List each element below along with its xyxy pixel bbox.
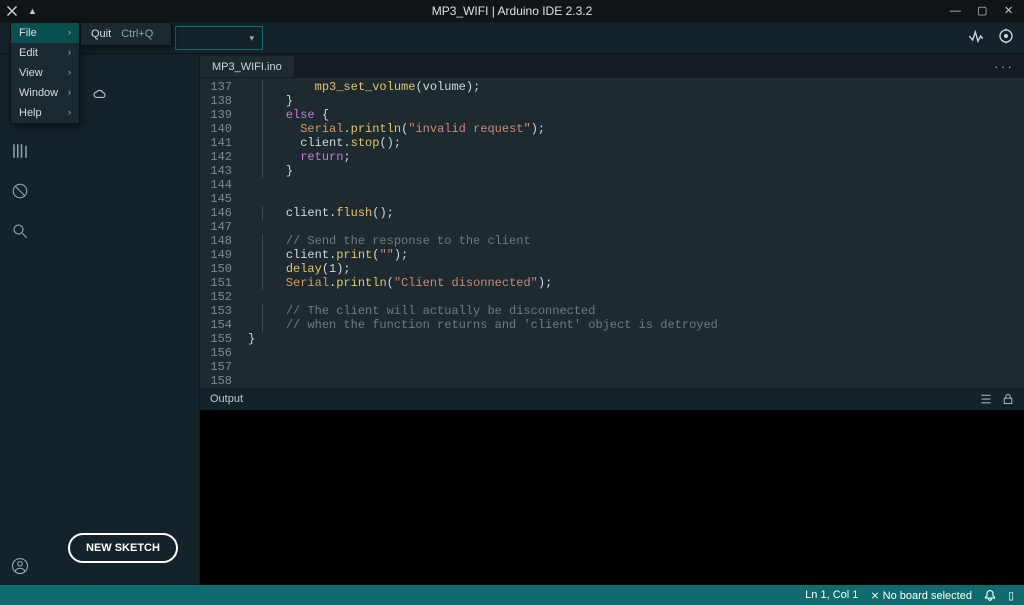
titlebar: ▲ MP3_WIFI | Arduino IDE 2.3.2 — ▢ ✕ bbox=[0, 0, 1024, 22]
menubar-popup: File› Edit› View› Window› Help› bbox=[10, 22, 80, 124]
file-submenu: Quit Ctrl+Q bbox=[80, 22, 172, 46]
expand-icon[interactable]: ▲ bbox=[28, 6, 37, 16]
output-lock-icon[interactable] bbox=[1002, 393, 1014, 405]
notification-bell-icon[interactable] bbox=[984, 589, 996, 601]
submenu-item-quit[interactable]: Quit Ctrl+Q bbox=[81, 23, 171, 45]
tab-overflow-icon[interactable]: ··· bbox=[994, 58, 1014, 74]
editor: MP3_WIFI.ino ··· 137 mp3_set_volume(volu… bbox=[200, 54, 1024, 388]
chevron-right-icon: › bbox=[68, 47, 71, 59]
file-tab[interactable]: MP3_WIFI.ino bbox=[200, 56, 294, 77]
menu-item-edit[interactable]: Edit› bbox=[11, 43, 79, 63]
account-icon[interactable] bbox=[11, 557, 29, 575]
app-logo-icon bbox=[6, 5, 18, 17]
output-title: Output bbox=[210, 393, 243, 405]
board-selector[interactable]: ▾ bbox=[175, 26, 263, 50]
new-sketch-button[interactable]: NEW SKETCH bbox=[68, 533, 178, 563]
board-status[interactable]: No board selected bbox=[870, 589, 972, 602]
chevron-right-icon: › bbox=[68, 107, 71, 119]
submenu-shortcut: Ctrl+Q bbox=[121, 28, 153, 40]
window-maximize[interactable]: ▢ bbox=[977, 4, 991, 17]
serial-plotter-icon[interactable] bbox=[968, 28, 984, 44]
menu-item-window[interactable]: Window› bbox=[11, 83, 79, 103]
cursor-position: Ln 1, Col 1 bbox=[805, 589, 858, 601]
output-options-icon[interactable] bbox=[980, 393, 992, 405]
library-manager-icon[interactable] bbox=[11, 142, 29, 160]
statusbar: Ln 1, Col 1 No board selected ▯ bbox=[0, 585, 1024, 605]
window-title: MP3_WIFI | Arduino IDE 2.3.2 bbox=[432, 4, 593, 18]
chevron-right-icon: › bbox=[68, 87, 71, 99]
activity-bar bbox=[0, 54, 40, 585]
submenu-label: Quit bbox=[91, 28, 111, 40]
sketchbook-panel: BOOK NEW SKETCH bbox=[40, 54, 200, 585]
chevron-right-icon: › bbox=[68, 27, 71, 39]
cloud-tab-icon[interactable] bbox=[92, 87, 108, 110]
menu-item-help[interactable]: Help› bbox=[11, 103, 79, 123]
chevron-down-icon: ▾ bbox=[249, 33, 254, 44]
chevron-right-icon: › bbox=[68, 67, 71, 79]
window-minimize[interactable]: — bbox=[950, 5, 964, 17]
code-area[interactable]: 137 mp3_set_volume(volume);138 }139 else… bbox=[200, 78, 1024, 388]
search-icon[interactable] bbox=[11, 222, 29, 240]
menu-item-file[interactable]: File› bbox=[11, 23, 79, 43]
output-panel: Output bbox=[200, 388, 1024, 585]
serial-monitor-icon[interactable] bbox=[998, 28, 1014, 44]
tabbar: MP3_WIFI.ino ··· bbox=[200, 54, 1024, 78]
status-close-icon[interactable]: ▯ bbox=[1008, 589, 1014, 602]
menu-item-view[interactable]: View› bbox=[11, 63, 79, 83]
debug-icon[interactable] bbox=[11, 182, 29, 200]
window-close[interactable]: ✕ bbox=[1004, 4, 1018, 17]
